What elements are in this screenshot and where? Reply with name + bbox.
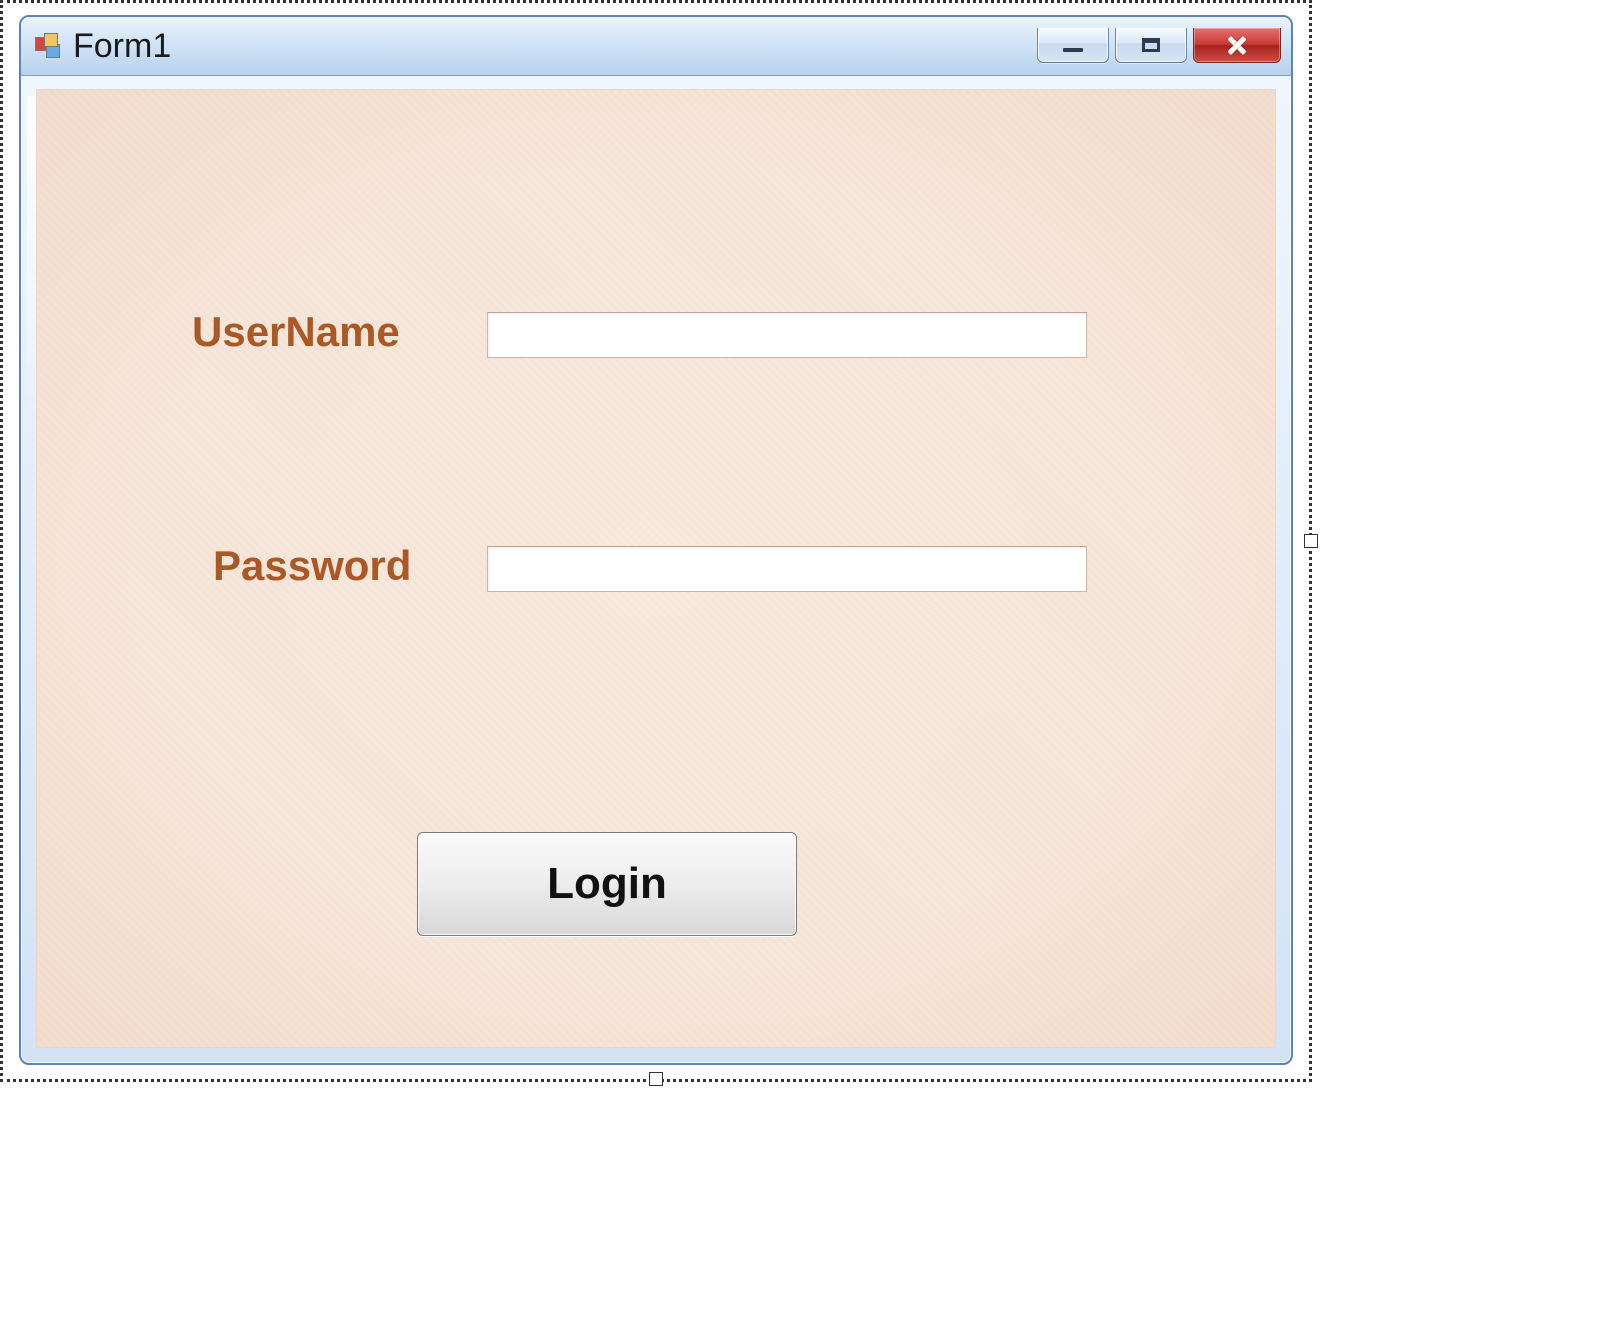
minimize-button[interactable] xyxy=(1037,28,1109,63)
resize-handle-right[interactable] xyxy=(1304,534,1318,548)
maximize-button[interactable] xyxy=(1115,28,1187,63)
designer-canvas: Form1 UserName Password Login xyxy=(0,0,1312,1082)
client-area: UserName Password Login xyxy=(36,89,1276,1048)
form-window: Form1 UserName Password Login xyxy=(19,15,1293,1065)
login-button[interactable]: Login xyxy=(417,832,797,936)
minimize-icon xyxy=(1063,48,1083,52)
password-input[interactable] xyxy=(487,546,1087,592)
close-icon xyxy=(1226,36,1248,54)
maximize-icon xyxy=(1142,38,1160,52)
window-chrome: UserName Password Login xyxy=(23,76,1289,1061)
title-bar[interactable]: Form1 xyxy=(21,17,1291,76)
form-icon xyxy=(35,33,61,59)
password-label: Password xyxy=(213,542,411,590)
resize-handle-bottom[interactable] xyxy=(649,1072,663,1086)
caption-buttons xyxy=(1037,29,1281,63)
close-button[interactable] xyxy=(1193,28,1281,63)
username-label: UserName xyxy=(192,308,400,356)
window-title: Form1 xyxy=(73,27,1037,66)
username-input[interactable] xyxy=(487,312,1087,358)
